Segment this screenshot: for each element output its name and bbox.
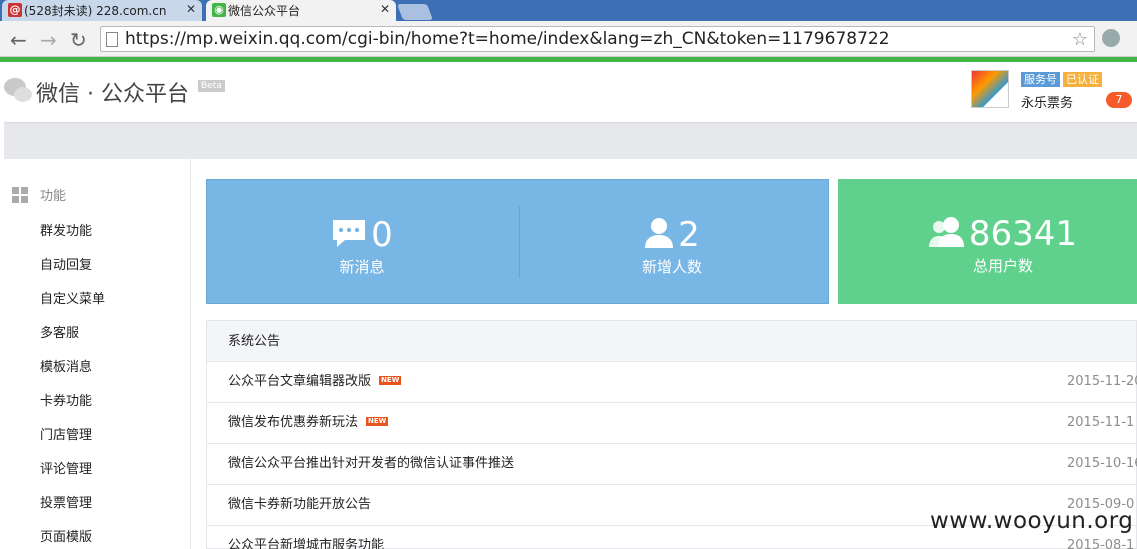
stat-new-followers[interactable]: 2 新增人数 xyxy=(607,216,737,277)
total-users-label: 总用户数 xyxy=(972,257,1033,275)
list-item[interactable]: 微信公众平台推出针对开发者的微信认证事件推送 2015-10-16 xyxy=(207,444,1137,485)
new-messages-label: 新消息 xyxy=(339,258,385,276)
sidebar: 功能 群发功能 自动回复 自定义菜单 多客服 模板消息 卡券功能 门店管理 评论… xyxy=(4,159,191,549)
bookmark-star-icon[interactable]: ☆ xyxy=(1072,29,1088,50)
new-badge: NEW xyxy=(366,417,389,426)
sidebar-item-template-message[interactable]: 模板消息 xyxy=(40,356,92,375)
reload-icon[interactable]: ↻ xyxy=(70,28,87,52)
verified-badge: 已认证 xyxy=(1063,72,1102,87)
notice-date: 2015-11-1 xyxy=(1067,415,1135,430)
sidebar-item-page-templates[interactable]: 页面模版 xyxy=(40,526,92,545)
stats-divider xyxy=(519,206,520,278)
total-users-count: 86341 xyxy=(968,214,1078,254)
notices-title: 系统公告 xyxy=(207,321,1136,362)
mail-at-icon: @ xyxy=(8,3,22,17)
notice-title[interactable]: 公众平台文章编辑器改版 xyxy=(228,374,371,389)
sidebar-item-mass-send[interactable]: 群发功能 xyxy=(40,220,92,239)
notice-date: 2015-10-16 xyxy=(1067,456,1137,471)
notice-title[interactable]: 微信公众平台推出针对开发者的微信认证事件推送 xyxy=(228,456,514,471)
stats-panel-total: 86341 总用户数 xyxy=(838,179,1137,304)
message-bubble-icon xyxy=(331,218,367,252)
sidebar-section-title: 功能 xyxy=(40,189,67,204)
sidebar-item-coupons[interactable]: 卡券功能 xyxy=(40,390,92,409)
notice-title[interactable]: 微信发布优惠券新玩法 xyxy=(228,415,358,430)
close-icon[interactable]: ✕ xyxy=(380,2,390,16)
user-icon xyxy=(644,217,674,253)
page-icon xyxy=(106,32,118,47)
address-bar[interactable]: https://mp.weixin.qq.com/cgi-bin/home?t=… xyxy=(100,26,1095,52)
account-avatar[interactable] xyxy=(971,70,1009,108)
forward-arrow-icon[interactable]: → xyxy=(40,28,57,52)
wechat-logo-icon xyxy=(4,78,32,102)
tab-title: 微信公众平台 xyxy=(228,4,301,18)
header-separator-bar xyxy=(4,122,1137,159)
url-text[interactable]: https://mp.weixin.qq.com/cgi-bin/home?t=… xyxy=(125,29,890,49)
sidebar-item-comments[interactable]: 评论管理 xyxy=(40,458,92,477)
stat-new-messages[interactable]: 0 新消息 xyxy=(297,216,427,277)
beta-badge: Beta xyxy=(198,80,225,92)
stats-panel: 0 新消息 2 新增人数 xyxy=(206,179,829,304)
new-badge: NEW xyxy=(379,376,402,385)
list-item[interactable]: 微信发布优惠券新玩法 NEW 2015-11-1 xyxy=(207,403,1136,444)
new-followers-label: 新增人数 xyxy=(641,258,702,276)
tab-title: (528封未读) 228.com.cn xyxy=(24,4,167,18)
sidebar-item-customer-service[interactable]: 多客服 xyxy=(40,322,79,341)
notice-date: 2015-11-20 xyxy=(1067,374,1137,389)
close-icon[interactable]: ✕ xyxy=(186,2,196,16)
browser-toolbar: ← → ↻ https://mp.weixin.qq.com/cgi-bin/h… xyxy=(0,21,1137,57)
grid-icon xyxy=(12,186,28,203)
sidebar-item-auto-reply[interactable]: 自动回复 xyxy=(40,254,92,273)
new-followers-count: 2 xyxy=(678,215,700,255)
sidebar-item-votes[interactable]: 投票管理 xyxy=(40,492,92,511)
back-arrow-icon[interactable]: ← xyxy=(10,28,27,52)
sidebar-item-custom-menu[interactable]: 自定义菜单 xyxy=(40,288,105,307)
account-name[interactable]: 永乐票务 xyxy=(1021,92,1073,111)
wechat-icon: ◉ xyxy=(212,3,226,17)
list-item[interactable]: 公众平台文章编辑器改版 NEW 2015-11-20 xyxy=(207,362,1137,403)
sidebar-item-stores[interactable]: 门店管理 xyxy=(40,424,92,443)
users-group-icon xyxy=(928,216,965,252)
sidebar-section-header: 功能 xyxy=(12,185,66,204)
unread-count-badge[interactable]: 7 xyxy=(1106,92,1132,108)
browser-tab-wechat[interactable]: ◉ 微信公众平台 ✕ xyxy=(206,0,396,21)
account-type-badge: 服务号 xyxy=(1021,72,1060,87)
stat-total-users[interactable]: 86341 总用户数 xyxy=(928,215,1078,276)
browser-tab-mail[interactable]: @ (528封未读) 228.com.cn ✕ xyxy=(2,0,202,21)
mp-header: 微信 · 公众平台 Beta 服务号 已认证 永乐票务 7 xyxy=(4,62,1137,122)
notice-title[interactable]: 微信卡券新功能开放公告 xyxy=(228,497,371,512)
notice-title[interactable]: 公众平台新增城市服务功能 xyxy=(228,538,384,549)
globe-icon[interactable] xyxy=(1102,29,1120,47)
new-messages-count: 0 xyxy=(371,215,393,255)
new-tab-button[interactable] xyxy=(397,4,433,20)
browser-tab-strip: @ (528封未读) 228.com.cn ✕ ◉ 微信公众平台 ✕ xyxy=(0,0,1137,21)
watermark: www.wooyun.org xyxy=(930,508,1134,534)
brand-title[interactable]: 微信 · 公众平台 xyxy=(36,76,189,108)
